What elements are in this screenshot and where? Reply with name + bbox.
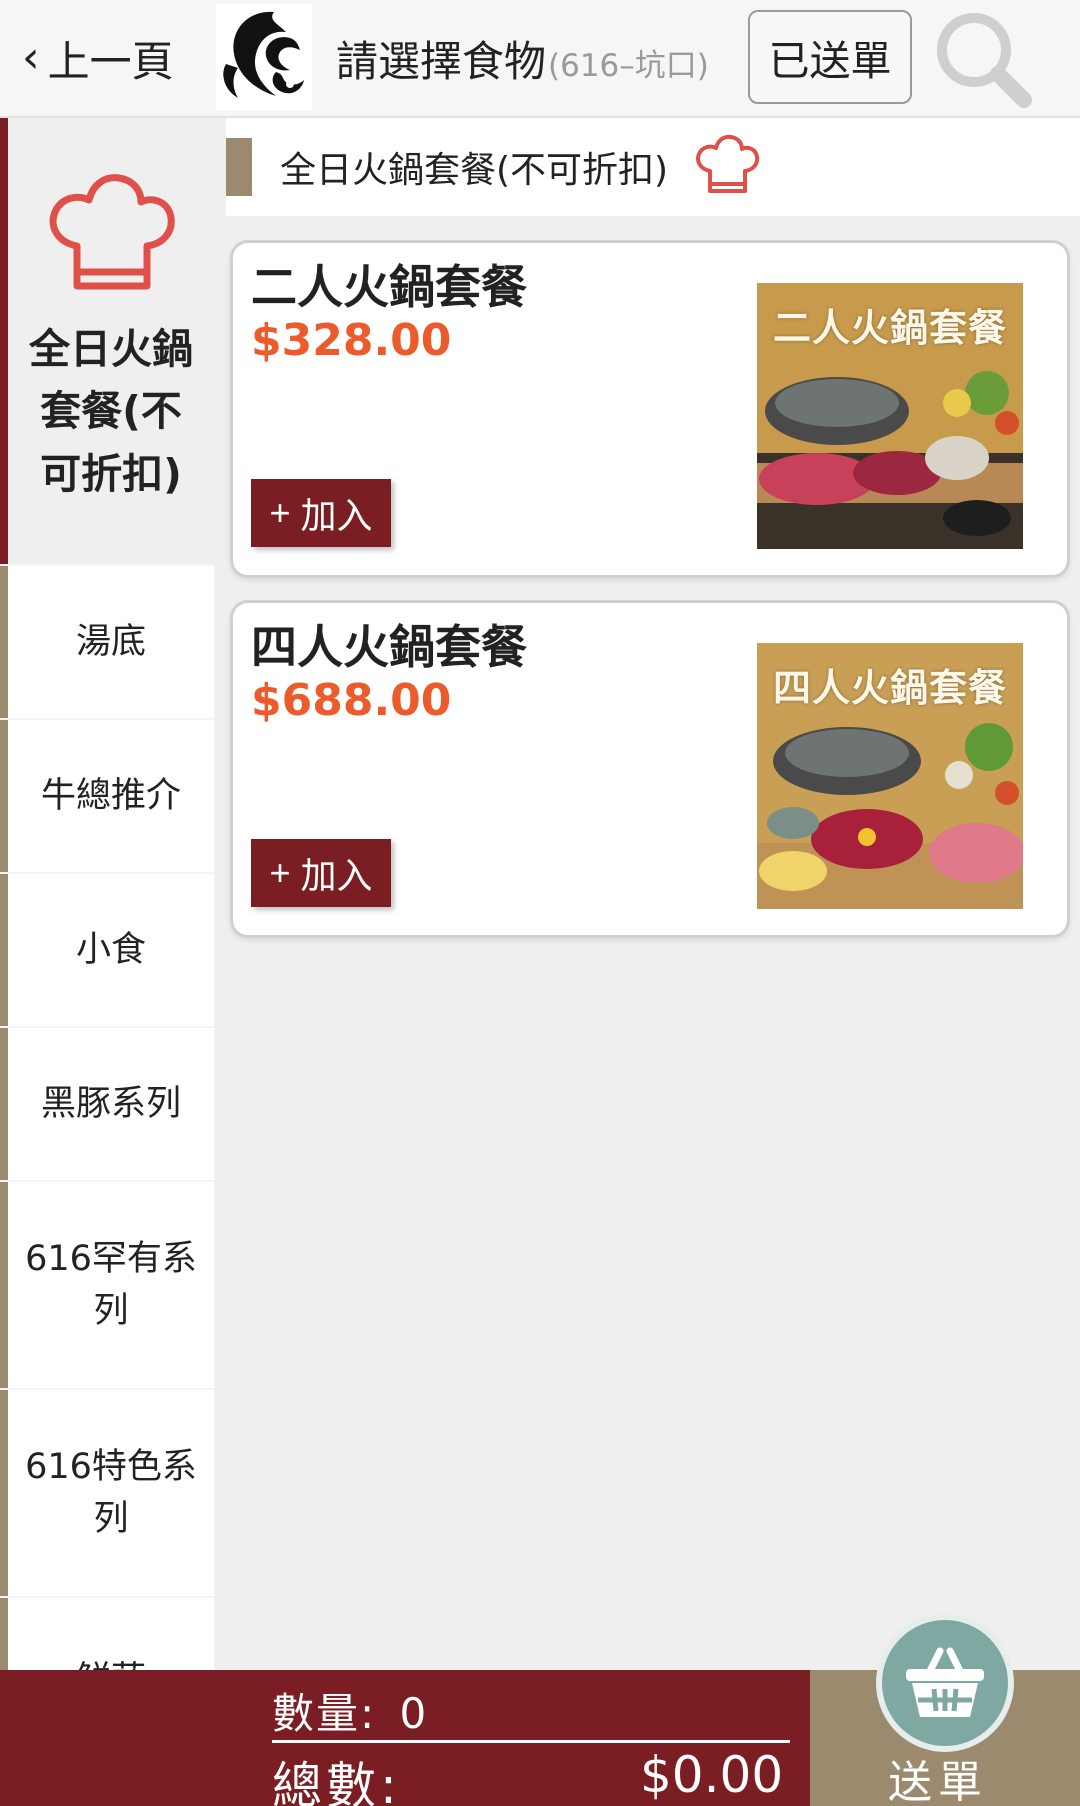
search-icon (937, 13, 1032, 108)
basket-icon (906, 1647, 984, 1717)
store-name: (616–坑口) (548, 48, 709, 84)
quantity-summary: 數量: 0 (272, 1680, 428, 1741)
section-title: 全日火鍋套餐(不可折扣) (280, 150, 669, 191)
divider (272, 1740, 790, 1743)
add-button-label: 加入 (300, 495, 373, 536)
header: ‹ 上一頁 請選擇食物 (616–坑口) 已送單 (0, 0, 1080, 118)
brand-logo (216, 4, 312, 110)
page-title-text: 請選擇食物 (336, 37, 547, 86)
product-card: 四人火鍋套餐 $688.00 + 加入 四人火鍋套餐 (230, 600, 1070, 938)
total-label: 總數: (272, 1757, 401, 1806)
sidebar-item-label: 全日火鍋套餐(不可折扣) (29, 325, 193, 498)
sidebar-item-label: 牛總推介 (40, 775, 181, 816)
submit-order-label[interactable]: 送單 (888, 1746, 988, 1806)
sidebar-item-signature-series[interactable]: 616特色系列 (0, 1390, 214, 1596)
sidebar-item-vegetables[interactable]: 鮮蔬 (0, 1598, 214, 1670)
back-chevron-icon: ‹ (22, 32, 40, 83)
product-card: 二人火鍋套餐 $328.00 + 加入 二人火鍋套餐 (230, 240, 1070, 578)
chef-hat-icon (49, 174, 175, 290)
submit-order-button[interactable] (876, 1614, 1014, 1752)
section-marker (226, 138, 252, 196)
back-label: 上一頁 (47, 36, 174, 86)
back-button[interactable]: ‹ 上一頁 (22, 22, 174, 94)
add-to-cart-button[interactable]: + 加入 (251, 839, 391, 907)
section-header: 全日火鍋套餐(不可折扣) (226, 118, 1080, 216)
page-title: 請選擇食物 (616–坑口) (336, 28, 709, 88)
sidebar-item-label: 616罕有系列 (25, 1238, 197, 1332)
quantity-value: 0 (399, 1689, 429, 1738)
sidebar-item-black-pork[interactable]: 黑豚系列 (0, 1028, 214, 1180)
sidebar-item-label: 616特色系列 (25, 1446, 197, 1540)
category-sidebar: 全日火鍋套餐(不可折扣) 湯底 牛總推介 小食 黑豚系列 616罕有系列 616… (0, 118, 214, 1670)
product-price: $328.00 (251, 315, 452, 366)
add-to-cart-button[interactable]: + 加入 (251, 479, 391, 547)
sidebar-item-soup-base[interactable]: 湯底 (0, 566, 214, 718)
sidebar-item-snacks[interactable]: 小食 (0, 874, 214, 1026)
add-button-label: 加入 (300, 855, 373, 896)
product-price: $688.00 (251, 675, 452, 726)
search-button[interactable] (928, 6, 1038, 110)
plus-icon: + (269, 492, 291, 533)
sent-orders-button[interactable]: 已送單 (748, 10, 912, 104)
product-name: 二人火鍋套餐 (251, 260, 527, 314)
sidebar-item-label: 小食 (75, 929, 146, 970)
sidebar-item-label: 湯底 (75, 621, 146, 662)
total-value: $0.00 (640, 1746, 784, 1804)
sidebar-item-all-day-hotpot-set[interactable]: 全日火鍋套餐(不可折扣) (0, 118, 214, 564)
chef-hat-icon (696, 134, 760, 193)
product-image[interactable]: 四人火鍋套餐 (757, 643, 1023, 909)
sidebar-item-rare-series[interactable]: 616罕有系列 (0, 1182, 214, 1388)
sidebar-item-label: 黑豚系列 (40, 1083, 181, 1124)
sidebar-item-label: 鮮蔬 (76, 1654, 146, 1670)
product-image-caption: 二人火鍋套餐 (772, 306, 1007, 350)
plus-icon: + (269, 852, 291, 893)
product-image-caption: 四人火鍋套餐 (772, 666, 1007, 710)
quantity-label: 數量: (272, 1689, 377, 1738)
product-name: 四人火鍋套餐 (251, 620, 527, 674)
product-image[interactable]: 二人火鍋套餐 (757, 283, 1023, 549)
sidebar-item-recommended[interactable]: 牛總推介 (0, 720, 214, 872)
